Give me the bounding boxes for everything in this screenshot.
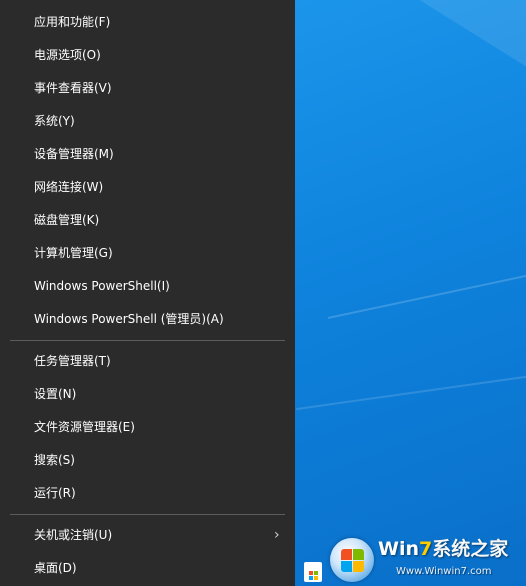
menu-item-search[interactable]: 搜索(S)	[0, 444, 295, 477]
logo-quadrant	[353, 561, 364, 572]
menu-item-label: 搜索(S)	[34, 453, 75, 467]
menu-item-label: 设备管理器(M)	[34, 147, 114, 161]
menu-item-label: 网络连接(W)	[34, 180, 104, 194]
menu-item-device-manager[interactable]: 设备管理器(M)	[0, 138, 295, 171]
menu-item-powershell-admin[interactable]: Windows PowerShell (管理员)(A)	[0, 303, 295, 336]
menu-item-apps-features[interactable]: 应用和功能(F)	[0, 6, 295, 39]
menu-item-label: 运行(R)	[34, 486, 76, 500]
menu-item-label: 设置(N)	[34, 387, 77, 401]
menu-item-computer-management[interactable]: 计算机管理(G)	[0, 237, 295, 270]
menu-item-label: 计算机管理(G)	[34, 246, 113, 260]
menu-item-label: Windows PowerShell(I)	[34, 279, 170, 293]
menu-item-disk-management[interactable]: 磁盘管理(K)	[0, 204, 295, 237]
power-user-menu: 应用和功能(F) 电源选项(O) 事件查看器(V) 系统(Y) 设备管理器(M)…	[0, 0, 295, 586]
menu-item-file-explorer[interactable]: 文件资源管理器(E)	[0, 411, 295, 444]
store-logo-yellow	[314, 576, 318, 580]
watermark-title-text: 系统之家	[432, 538, 509, 560]
menu-item-label: 事件查看器(V)	[34, 81, 112, 95]
menu-separator	[10, 514, 285, 515]
menu-item-system[interactable]: 系统(Y)	[0, 105, 295, 138]
menu-item-run[interactable]: 运行(R)	[0, 477, 295, 510]
logo-quadrant	[353, 549, 364, 560]
site-watermark: Win7系统之家 Www.Winwin7.com	[326, 532, 526, 586]
menu-item-shutdown-signout[interactable]: 关机或注销(U) ›	[0, 519, 295, 552]
watermark-title-win: Win	[378, 538, 419, 560]
windows-logo-icon	[330, 538, 374, 582]
menu-item-label: 电源选项(O)	[34, 48, 101, 62]
watermark-url: Www.Winwin7.com	[396, 566, 492, 577]
logo-quadrant	[341, 549, 352, 560]
menu-item-settings[interactable]: 设置(N)	[0, 378, 295, 411]
menu-item-label: 系统(Y)	[34, 114, 75, 128]
microsoft-store-icon[interactable]	[304, 562, 322, 582]
menu-item-label: 桌面(D)	[34, 561, 77, 575]
menu-item-label: 任务管理器(T)	[34, 354, 111, 368]
menu-item-task-manager[interactable]: 任务管理器(T)	[0, 345, 295, 378]
logo-quadrant	[341, 561, 352, 572]
menu-item-label: 磁盘管理(K)	[34, 213, 100, 227]
desktop-background	[295, 0, 526, 586]
menu-item-powershell[interactable]: Windows PowerShell(I)	[0, 270, 295, 303]
wallpaper-light-beam	[372, 0, 526, 98]
menu-item-label: Windows PowerShell (管理员)(A)	[34, 312, 224, 326]
wallpaper-light-line	[327, 262, 526, 320]
wallpaper-light-line	[296, 371, 526, 411]
menu-separator	[10, 340, 285, 341]
watermark-title: Win7系统之家	[378, 536, 508, 562]
menu-item-label: 文件资源管理器(E)	[34, 420, 135, 434]
chevron-right-icon: ›	[274, 527, 280, 543]
menu-item-power-options[interactable]: 电源选项(O)	[0, 39, 295, 72]
menu-item-desktop[interactable]: 桌面(D)	[0, 552, 295, 585]
menu-item-label: 关机或注销(U)	[34, 528, 113, 542]
store-logo-green	[314, 571, 318, 575]
store-logo-blue	[309, 576, 313, 580]
menu-item-event-viewer[interactable]: 事件查看器(V)	[0, 72, 295, 105]
store-logo-red	[309, 571, 313, 575]
menu-item-label: 应用和功能(F)	[34, 15, 111, 29]
menu-item-network-connections[interactable]: 网络连接(W)	[0, 171, 295, 204]
watermark-title-number: 7	[419, 538, 433, 560]
